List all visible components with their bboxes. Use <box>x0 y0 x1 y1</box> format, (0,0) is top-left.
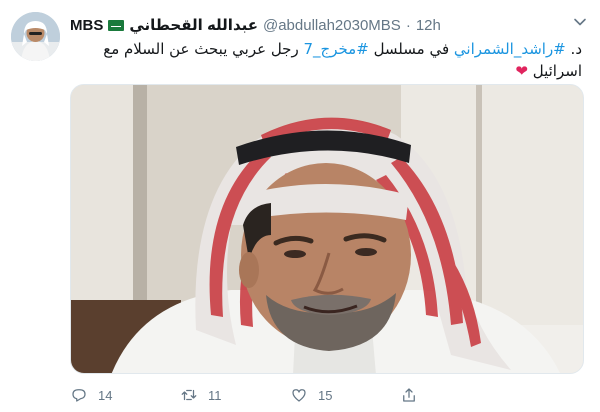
user-handle[interactable]: @abdullah2030MBS <box>263 17 401 34</box>
heart-icon <box>292 389 306 402</box>
tweet-text-middle: في مسلسل <box>373 40 450 58</box>
avatar[interactable] <box>11 12 60 61</box>
like-button[interactable]: 15 <box>290 386 400 404</box>
hashtag-link[interactable]: #راشد_الشمراني <box>454 40 566 58</box>
reply-count: 14 <box>98 387 113 403</box>
chevron-down-icon[interactable] <box>572 14 588 30</box>
retweet-count: 11 <box>208 387 222 403</box>
saudi-flag-icon <box>108 19 125 31</box>
tweet-actions: 14 11 15 <box>70 384 510 406</box>
profile-photo <box>11 12 60 61</box>
heart-emoji: ❤ <box>515 62 528 80</box>
photo-man-in-ghutra <box>71 85 583 373</box>
separator-dot: · <box>405 16 411 34</box>
display-name-suffix[interactable]: MBS <box>70 17 103 34</box>
tweet-header: MBS عبدالله القحطاني @abdullah2030MBS · … <box>70 14 570 36</box>
tweet-text-prefix: د. <box>570 40 582 58</box>
reply-button[interactable]: 14 <box>70 386 180 404</box>
reply-icon <box>72 389 86 402</box>
like-count: 15 <box>318 387 333 403</box>
retweet-button[interactable]: 11 <box>180 386 290 404</box>
display-name[interactable]: عبدالله القحطاني <box>129 16 258 34</box>
share-button[interactable] <box>400 386 510 404</box>
retweet-icon <box>181 389 197 401</box>
tweet-photo[interactable] <box>70 84 584 374</box>
share-icon <box>403 388 415 402</box>
tweet-card[interactable]: MBS عبدالله القحطاني @abdullah2030MBS · … <box>0 0 600 412</box>
tweet-timestamp[interactable]: 12h <box>416 17 441 34</box>
hashtag-link[interactable]: #مخرج_7 <box>303 40 368 58</box>
tweet-text: د. #راشد_الشمراني في مسلسل #مخرج_7 رجل ع… <box>70 38 582 82</box>
